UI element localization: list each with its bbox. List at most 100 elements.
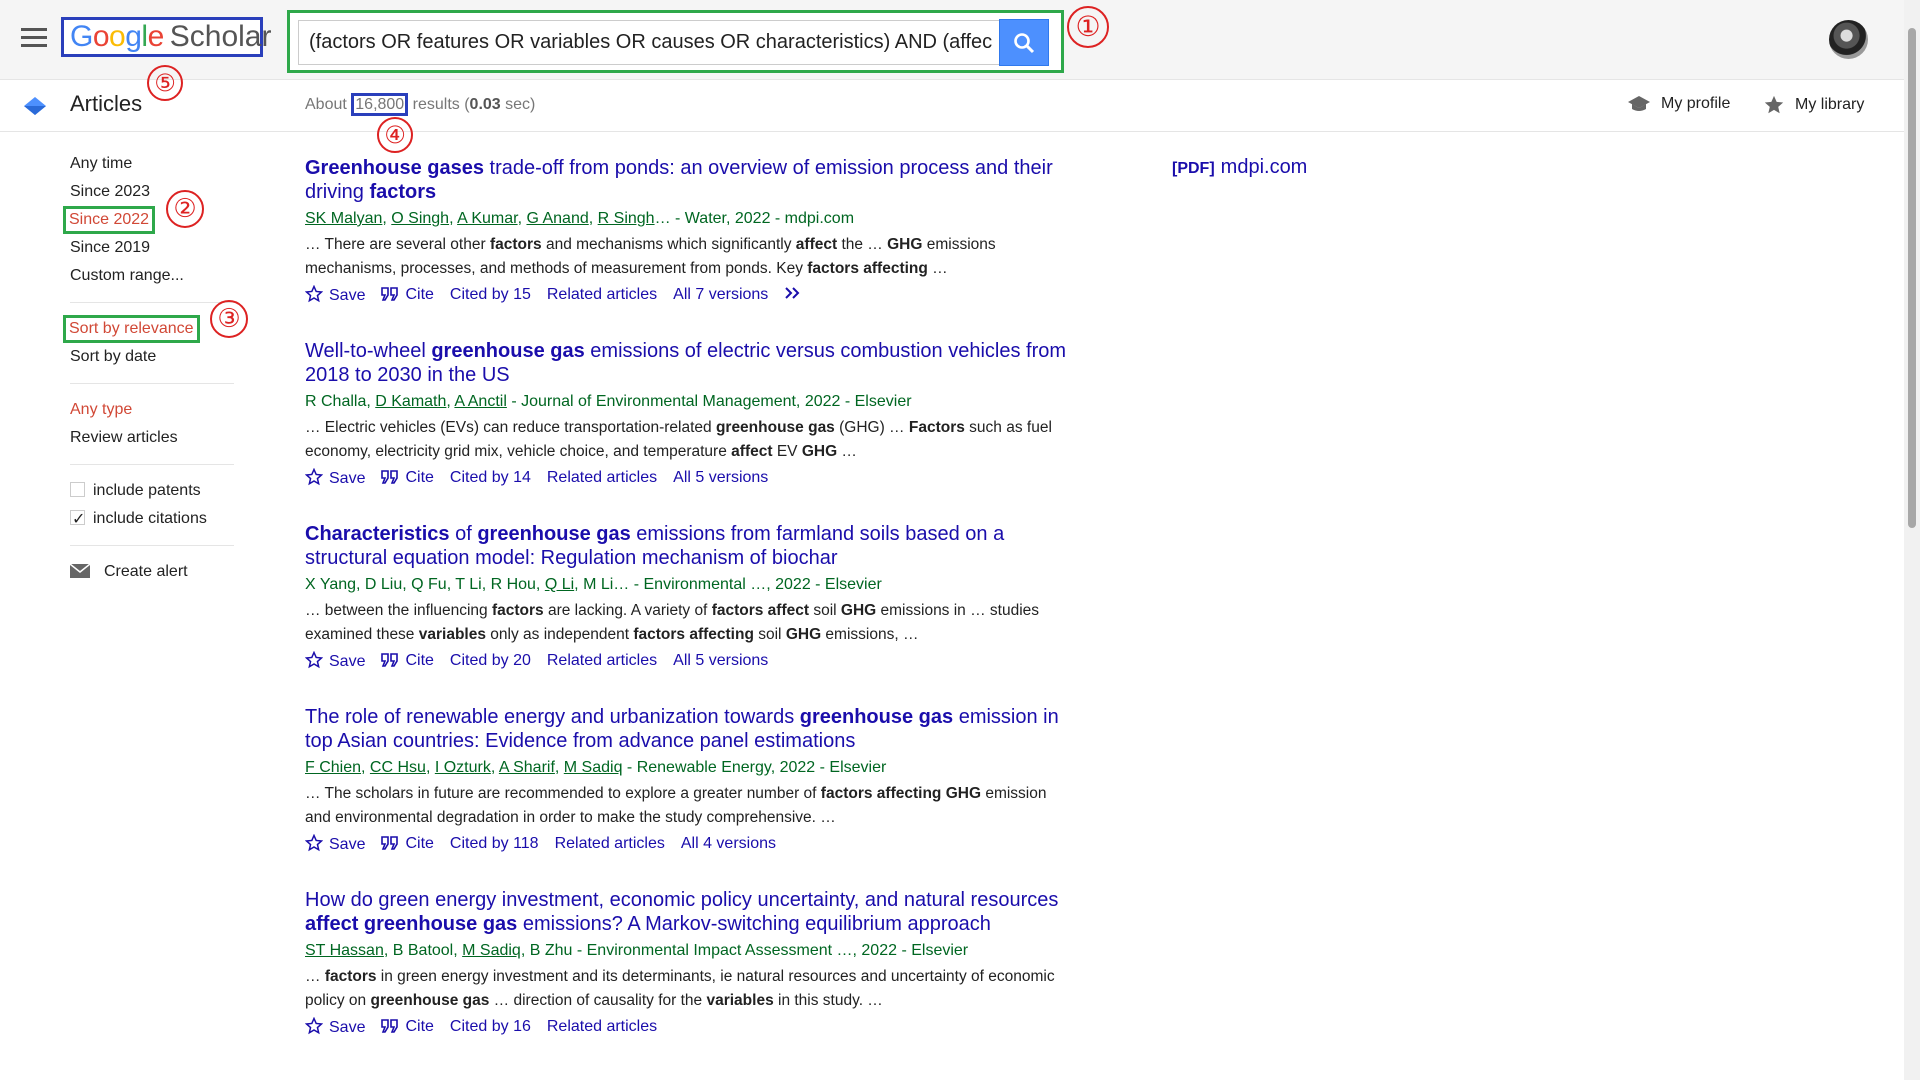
all-versions-link[interactable]: All 5 versions	[673, 469, 768, 487]
filter-any-type[interactable]: Any type	[70, 396, 234, 424]
save-button[interactable]: Save	[305, 285, 365, 305]
scrollbar-thumb[interactable]	[1908, 28, 1916, 528]
author-link[interactable]: M Sadiq	[462, 942, 521, 959]
cite-button[interactable]: Cite	[381, 286, 434, 304]
author-link[interactable]: R Singh	[598, 210, 655, 227]
cite-button[interactable]: Cite	[381, 1018, 434, 1036]
result-authors: F Chien, CC Hsu, I Ozturk, A Sharif, M S…	[305, 759, 887, 776]
include-patents-option[interactable]: include patents	[70, 477, 234, 505]
author-link[interactable]: M Sadiq	[564, 759, 623, 776]
related-articles-link[interactable]: Related articles	[547, 286, 657, 304]
result-authors: SK Malyan, O Singh, A Kumar, G Anand, R …	[305, 210, 855, 227]
title-part: of	[449, 523, 478, 545]
author-link[interactable]: SK Malyan	[305, 210, 382, 227]
related-articles-link[interactable]: Related articles	[555, 835, 665, 853]
author-text: R Challa,	[305, 393, 376, 410]
sort-by-date[interactable]: Sort by date	[70, 343, 234, 371]
snippet-part: EV	[772, 443, 802, 460]
more-options-button[interactable]	[784, 286, 802, 305]
logo-letter: o	[92, 20, 110, 53]
result-actions: Save Cite Cited by 118 Related articles …	[305, 832, 1075, 856]
author-link[interactable]: Q Li	[545, 576, 574, 593]
result-title-link[interactable]: How do green energy investment, economic…	[305, 888, 1075, 936]
results-list: Greenhouse gases trade-off from ponds: a…	[305, 156, 1075, 1071]
snippet-part: factors affecting	[807, 260, 928, 277]
filter-any-time[interactable]: Any time	[70, 150, 234, 178]
mail-icon	[70, 564, 90, 578]
include-citations-checkbox[interactable]	[70, 506, 85, 534]
avatar[interactable]	[1829, 20, 1868, 59]
related-articles-link[interactable]: Related articles	[547, 469, 657, 487]
search-button[interactable]	[999, 19, 1049, 66]
result-title-link[interactable]: Greenhouse gases trade-off from ponds: a…	[305, 156, 1075, 204]
all-versions-link[interactable]: All 7 versions	[673, 286, 768, 304]
logo-scholar-word: Scholar	[169, 20, 272, 53]
result-title-link[interactable]: Characteristics of greenhouse gas emissi…	[305, 522, 1075, 570]
cited-by-link[interactable]: Cited by 20	[450, 652, 531, 670]
author-link[interactable]: D Kamath	[375, 393, 446, 410]
author-link[interactable]: A Anctil	[454, 393, 506, 410]
author-link[interactable]: O Singh	[391, 210, 449, 227]
author-link[interactable]: ST Hassan	[305, 942, 384, 959]
pdf-link[interactable]: [PDF] mdpi.com	[1172, 156, 1307, 179]
quote-icon	[381, 470, 399, 484]
result-snippet: … factors in green energy investment and…	[305, 965, 1075, 1013]
quote-icon	[381, 836, 399, 850]
filter-since-2023[interactable]: Since 2023	[70, 178, 234, 206]
result-item: Greenhouse gases trade-off from ponds: a…	[305, 156, 1075, 307]
author-link[interactable]: A Sharif	[499, 759, 555, 776]
filter-custom-range[interactable]: Custom range...	[70, 262, 234, 290]
include-citations-label: include citations	[93, 510, 207, 527]
cited-by-link[interactable]: Cited by 14	[450, 469, 531, 487]
sort-by-relevance[interactable]: Sort by relevance	[63, 315, 200, 343]
logo-letter: G	[70, 20, 93, 53]
save-button[interactable]: Save	[305, 834, 365, 854]
section-title: Articles	[70, 91, 143, 116]
cite-button[interactable]: Cite	[381, 652, 434, 670]
result-actions: Save Cite Cited by 14 Related articles A…	[305, 466, 1075, 490]
cite-button[interactable]: Cite	[381, 469, 434, 487]
save-button[interactable]: Save	[305, 1017, 365, 1037]
hamburger-menu-icon[interactable]	[21, 28, 47, 48]
author-link[interactable]: CC Hsu	[370, 759, 426, 776]
search-input[interactable]: (factors OR features OR variables OR cau…	[298, 20, 999, 65]
my-profile-link[interactable]: My profile	[1627, 94, 1730, 114]
author-link[interactable]: F Chien	[305, 759, 361, 776]
related-articles-link[interactable]: Related articles	[547, 652, 657, 670]
results-end: sec)	[500, 96, 536, 113]
annotation-1: ①	[1067, 6, 1109, 48]
cite-button[interactable]: Cite	[381, 835, 434, 853]
my-library-link[interactable]: My library	[1763, 94, 1864, 116]
save-button[interactable]: Save	[305, 468, 365, 488]
cited-by-link[interactable]: Cited by 16	[450, 1018, 531, 1036]
cited-by-link[interactable]: Cited by 118	[450, 835, 539, 853]
google-scholar-logo[interactable]: Google Scholar	[61, 17, 271, 57]
create-alert-link[interactable]: Create alert	[70, 558, 234, 586]
pdf-tag: [PDF]	[1172, 160, 1215, 177]
include-citations-option[interactable]: include citations	[70, 505, 234, 534]
author-link[interactable]: G Anand	[526, 210, 588, 227]
star-outline-icon	[305, 834, 323, 852]
result-title-link[interactable]: The role of renewable energy and urbaniz…	[305, 705, 1075, 753]
vertical-scrollbar[interactable]	[1904, 0, 1920, 1080]
filter-since-2022[interactable]: Since 2022	[63, 206, 156, 234]
results-count: About 16,800 results (0.03 sec)	[305, 93, 536, 116]
all-versions-link[interactable]: All 5 versions	[673, 652, 768, 670]
result-authors: ST Hassan, B Batool, M Sadiq, B Zhu - En…	[305, 941, 1075, 961]
filter-review-articles[interactable]: Review articles	[70, 424, 234, 452]
include-patents-checkbox[interactable]	[70, 482, 85, 497]
save-button[interactable]: Save	[305, 651, 365, 671]
snippet-part: GHG	[840, 602, 877, 619]
title-part: Characteristics	[305, 523, 450, 545]
author-link[interactable]: A Kumar	[457, 210, 517, 227]
author-link[interactable]: I Ozturk	[435, 759, 491, 776]
snippet-part: affect	[795, 236, 838, 253]
filter-since-2019[interactable]: Since 2019	[70, 234, 234, 262]
top-header: Google Scholar ⑤ (factors OR features OR …	[0, 0, 1904, 101]
publication-info: , M Li… - Environmental …, 2022 - Elsevi…	[574, 576, 882, 593]
result-title-link[interactable]: Well-to-wheel greenhouse gas emissions o…	[305, 339, 1075, 387]
cited-by-link[interactable]: Cited by 15	[450, 286, 531, 304]
all-versions-link[interactable]: All 4 versions	[681, 835, 776, 853]
related-articles-link[interactable]: Related articles	[547, 1018, 657, 1036]
snippet-part: GHG	[945, 785, 982, 802]
